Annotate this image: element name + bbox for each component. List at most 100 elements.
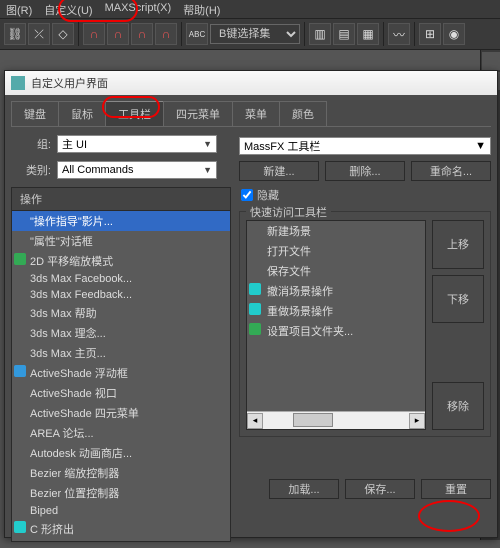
dialog-title: 自定义用户界面 — [31, 75, 108, 91]
move-down-button[interactable]: 下移 — [432, 275, 484, 324]
main-toolbar: ⛓ ⤫ ◇ ∩ ∩ ∩ ∩ ABC B键选择集 ▥ ▤ ▦ 〰 ⊞ ◉ — [0, 18, 500, 50]
list-item[interactable]: 3ds Max Facebook... — [12, 271, 230, 287]
delete-button[interactable]: 删除... — [325, 161, 405, 181]
tool-material-icon[interactable]: ◉ — [443, 23, 465, 45]
list-item[interactable]: 3ds Max Feedback... — [12, 287, 230, 303]
hide-checkbox[interactable] — [241, 189, 253, 201]
tab-toolbars[interactable]: 工具栏 — [105, 101, 164, 126]
list-item-label: 重做场景操作 — [267, 306, 333, 318]
action-icon — [14, 365, 26, 377]
list-item-label: Bezier 缩放控制器 — [30, 468, 119, 480]
menu-customize[interactable]: 自定义(U) — [38, 0, 98, 18]
tab-keyboard[interactable]: 键盘 — [11, 101, 59, 126]
tool-mirror-icon[interactable]: ▥ — [309, 23, 331, 45]
quick-item-icon — [249, 283, 261, 295]
tool-snap-2-icon[interactable]: ∩ — [107, 23, 129, 45]
group-label: 组: — [11, 136, 51, 152]
list-item[interactable]: ActiveShade 四元菜单 — [12, 403, 230, 423]
scroll-left-icon[interactable]: ◂ — [247, 413, 263, 429]
scroll-thumb[interactable] — [293, 413, 333, 427]
list-item-label: 3ds Max 主页... — [30, 348, 106, 360]
list-item[interactable]: 3ds Max 帮助 — [12, 303, 230, 323]
quick-access-list[interactable]: 新建场景打开文件保存文件撤消场景操作重做场景操作设置项目文件夹... ◂ ▸ — [246, 220, 426, 430]
dialog-titlebar[interactable]: 自定义用户界面 — [5, 71, 497, 95]
dialog-icon — [11, 76, 25, 90]
tool-snap-1-icon[interactable]: ∩ — [83, 23, 105, 45]
tool-abc-icon[interactable]: ABC — [186, 23, 208, 45]
list-item[interactable]: 新建场景 — [247, 221, 425, 241]
tool-snap-4-icon[interactable]: ∩ — [155, 23, 177, 45]
list-item-label: Biped — [30, 505, 58, 517]
selection-set-dropdown[interactable]: B键选择集 — [210, 24, 300, 44]
list-item[interactable]: ActiveShade 视口 — [12, 383, 230, 403]
list-item[interactable]: Bezier 缩放控制器 — [12, 463, 230, 483]
tab-colors[interactable]: 颜色 — [279, 101, 327, 126]
list-item-label: 打开文件 — [267, 246, 311, 258]
scroll-right-icon[interactable]: ▸ — [409, 413, 425, 429]
list-item-label: ActiveShade 视口 — [30, 388, 117, 400]
menu-graph[interactable]: 图(R) — [0, 0, 38, 18]
tool-unlink-icon[interactable]: ⤫ — [28, 23, 50, 45]
list-item[interactable]: 2D 平移缩放模式 — [12, 251, 230, 271]
list-item-label: ActiveShade 四元菜单 — [30, 408, 139, 420]
list-item[interactable]: 打开文件 — [247, 241, 425, 261]
list-item-label: 3ds Max 帮助 — [30, 308, 97, 320]
list-item[interactable]: 保存文件 — [247, 261, 425, 281]
list-item-label: 2D 平移缩放模式 — [30, 256, 113, 268]
list-item-label: Autodesk 动画商店... — [30, 448, 132, 460]
new-button[interactable]: 新建... — [239, 161, 319, 181]
list-item-label: "属性"对话框 — [30, 236, 93, 248]
actions-list-header[interactable]: 操作 — [12, 188, 230, 211]
horizontal-scrollbar[interactable]: ◂ ▸ — [247, 411, 425, 429]
list-item[interactable]: 3ds Max 主页... — [12, 343, 230, 363]
tool-layers-icon[interactable]: ▦ — [357, 23, 379, 45]
list-item[interactable]: C 形挤出 — [12, 519, 230, 539]
category-label: 类别: — [11, 162, 51, 178]
action-icon — [14, 253, 26, 265]
quick-access-group: 快速访问工具栏 新建场景打开文件保存文件撤消场景操作重做场景操作设置项目文件夹.… — [239, 211, 491, 437]
tool-align-icon[interactable]: ▤ — [333, 23, 355, 45]
tab-mouse[interactable]: 鼠标 — [58, 101, 106, 126]
list-item-label: Bezier 位置控制器 — [30, 488, 119, 500]
quick-access-group-label: 快速访问工具栏 — [246, 204, 331, 220]
list-item-label: C 形挤出 — [30, 524, 74, 536]
chevron-down-icon: ▼ — [203, 165, 212, 175]
list-item[interactable]: Bezier 位置控制器 — [12, 483, 230, 503]
tool-schematic-icon[interactable]: ⊞ — [419, 23, 441, 45]
list-item[interactable]: Autodesk 动画商店... — [12, 443, 230, 463]
list-item[interactable]: 3ds Max 理念... — [12, 323, 230, 343]
list-item[interactable]: AREA 论坛... — [12, 423, 230, 443]
tool-bind-icon[interactable]: ◇ — [52, 23, 74, 45]
list-item[interactable]: 设置项目文件夹... — [247, 321, 425, 341]
tab-menus[interactable]: 菜单 — [232, 101, 280, 126]
tab-quads[interactable]: 四元菜单 — [163, 101, 233, 126]
tool-curve-icon[interactable]: 〰 — [388, 23, 410, 45]
group-combo[interactable]: 主 UI ▼ — [57, 135, 217, 153]
move-up-button[interactable]: 上移 — [432, 220, 484, 269]
list-item[interactable]: Biped — [12, 503, 230, 519]
list-item[interactable]: ActiveShade 浮动框 — [12, 363, 230, 383]
category-combo-value: All Commands — [62, 164, 134, 176]
list-item-label: 3ds Max 理念... — [30, 328, 106, 340]
list-item[interactable]: "属性"对话框 — [12, 231, 230, 251]
menu-maxscript[interactable]: MAXScript(X) — [99, 0, 178, 18]
load-button[interactable]: 加载... — [269, 479, 339, 499]
tool-snap-3-icon[interactable]: ∩ — [131, 23, 153, 45]
list-item[interactable]: 重做场景操作 — [247, 301, 425, 321]
tool-link-icon[interactable]: ⛓ — [4, 23, 26, 45]
reset-button[interactable]: 重置 — [421, 479, 491, 499]
save-button[interactable]: 保存... — [345, 479, 415, 499]
actions-list-body[interactable]: "操作指导"影片... "属性"对话框 2D 平移缩放模式 3ds Max Faceb… — [12, 211, 230, 541]
chevron-down-icon: ▼ — [203, 139, 212, 149]
menu-help[interactable]: 帮助(H) — [177, 0, 226, 18]
panel-tab-icon[interactable] — [482, 52, 500, 70]
list-item-label: 撤消场景操作 — [267, 286, 333, 298]
list-item[interactable]: "操作指导"影片... — [12, 211, 230, 231]
rename-button[interactable]: 重命名... — [411, 161, 491, 181]
toolbar-separator — [383, 22, 384, 46]
list-item[interactable]: 撤消场景操作 — [247, 281, 425, 301]
toolbar-select-combo[interactable]: MassFX 工具栏 ▼ — [239, 137, 491, 155]
category-combo[interactable]: All Commands ▼ — [57, 161, 217, 179]
customize-ui-dialog: 自定义用户界面 键盘 鼠标 工具栏 四元菜单 菜单 颜色 组: 主 UI ▼ — [4, 70, 498, 538]
remove-button[interactable]: 移除 — [432, 382, 484, 431]
